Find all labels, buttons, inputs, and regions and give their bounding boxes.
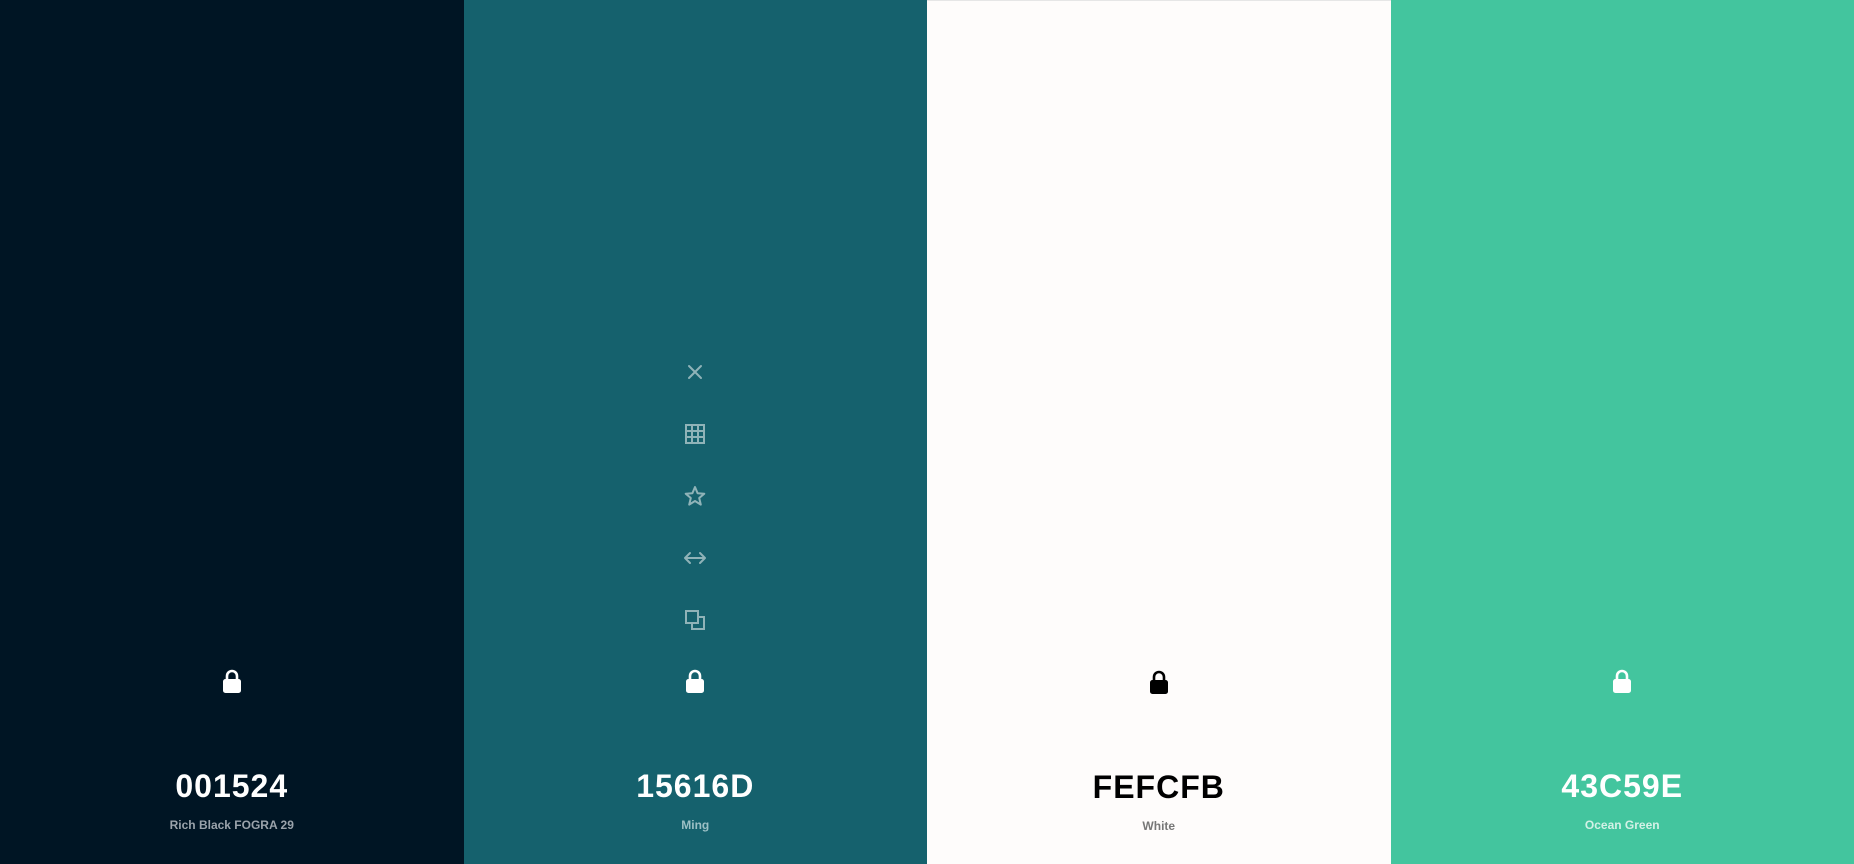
save-color-button[interactable]: [675, 476, 715, 516]
hex-code[interactable]: FEFCFB: [927, 769, 1391, 806]
color-swatch-ocean-green[interactable]: 43C59E Ocean Green: [1390, 0, 1854, 864]
hex-code[interactable]: 15616D: [464, 768, 928, 805]
lock-icon: [1149, 670, 1168, 694]
lock-icon: [686, 669, 705, 693]
color-name[interactable]: Ming: [464, 818, 928, 832]
copy-hex-button[interactable]: [675, 600, 715, 640]
hex-code[interactable]: 001524: [0, 768, 464, 805]
color-name[interactable]: Ocean Green: [1391, 818, 1854, 832]
copy-icon: [685, 610, 706, 630]
color-swatch-rich-black[interactable]: 001524 Rich Black FOGRA 29: [0, 0, 464, 864]
drag-button[interactable]: [675, 538, 715, 578]
swatch-tools: [675, 352, 715, 662]
color-swatch-ming[interactable]: 15616D Ming: [463, 0, 928, 864]
lock-icon: [1613, 669, 1632, 693]
color-name[interactable]: Rich Black FOGRA 29: [0, 818, 464, 832]
color-palette: 001524 Rich Black FOGRA 29 15616D Ming F…: [0, 0, 1854, 864]
grid-icon: [685, 424, 706, 444]
color-swatch-white[interactable]: FEFCFB White: [927, 0, 1391, 864]
hex-code[interactable]: 43C59E: [1391, 768, 1854, 805]
view-shades-button[interactable]: [675, 414, 715, 454]
lock-button[interactable]: [212, 661, 252, 701]
lock-button[interactable]: [1602, 661, 1642, 701]
drag-arrows-icon: [684, 552, 707, 564]
lock-button[interactable]: [675, 661, 715, 701]
lock-icon: [222, 669, 241, 693]
close-icon: [688, 365, 703, 379]
remove-color-button[interactable]: [675, 352, 715, 392]
color-name[interactable]: White: [927, 819, 1391, 833]
lock-button[interactable]: [1139, 662, 1179, 702]
star-icon: [684, 486, 706, 506]
